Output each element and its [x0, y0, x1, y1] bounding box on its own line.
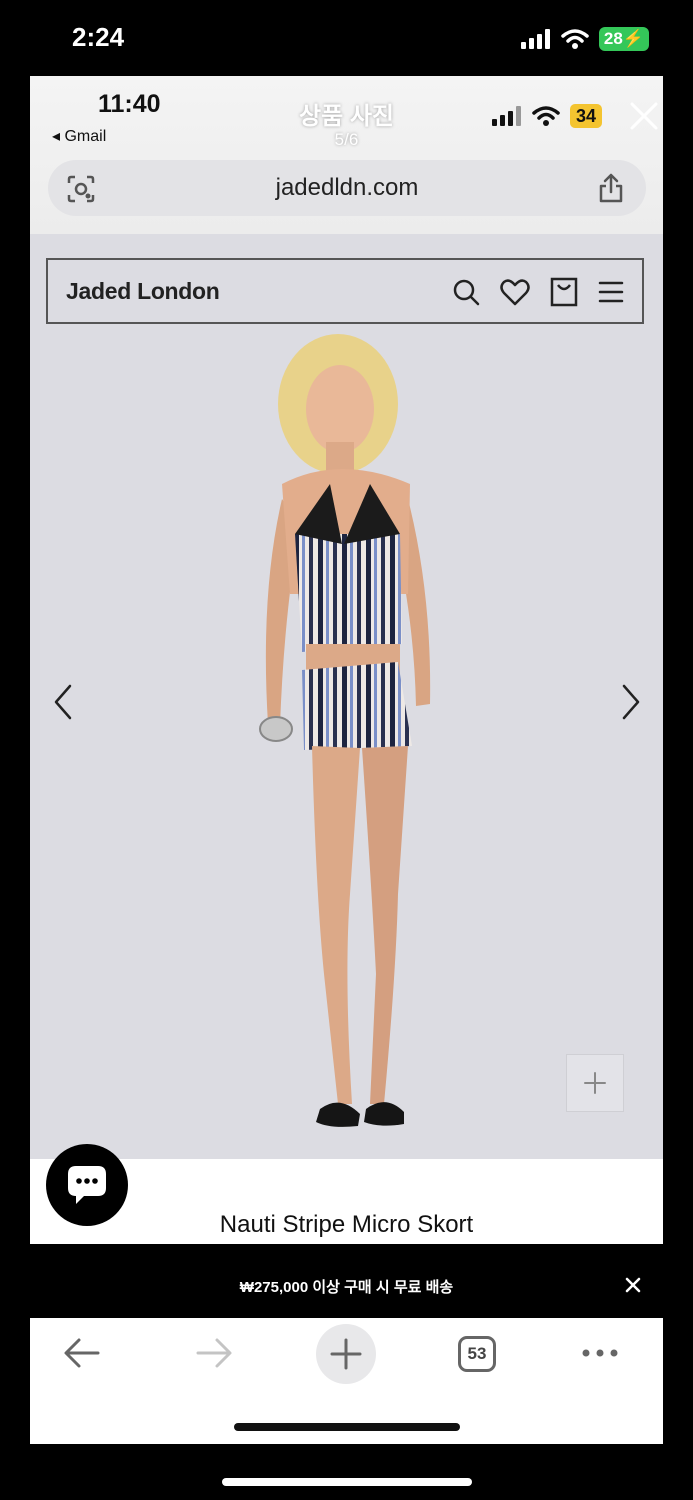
- previous-image-arrow-icon[interactable]: [50, 682, 76, 722]
- status-time: 2:24: [72, 22, 125, 52]
- plus-icon: [584, 1072, 606, 1094]
- inner-status-icons: 34: [492, 104, 603, 128]
- photo-counter: 5/6: [334, 130, 359, 149]
- heart-icon[interactable]: [500, 278, 530, 306]
- zoom-button[interactable]: [566, 1054, 624, 1112]
- inner-battery-indicator: 34: [570, 104, 603, 128]
- share-icon[interactable]: [596, 172, 626, 204]
- back-arrow-icon[interactable]: [62, 1336, 102, 1370]
- browser-toolbar: 53: [30, 1318, 663, 1444]
- next-image-arrow-icon[interactable]: [618, 682, 644, 722]
- chat-button[interactable]: [46, 1144, 128, 1226]
- tab-switcher-button[interactable]: 53: [458, 1336, 496, 1372]
- address-bar[interactable]: jadedldn.com: [48, 160, 646, 216]
- screenshot-viewer: 11:40 ◂ Gmail 상품 사진 5/6 34 jadedldn.com …: [30, 76, 663, 1244]
- chat-icon: [68, 1166, 106, 1204]
- site-header: Jaded London: [46, 258, 644, 324]
- search-icon[interactable]: [452, 278, 480, 306]
- wifi-icon: [532, 106, 560, 126]
- more-icon[interactable]: [580, 1338, 620, 1368]
- status-icons: 28⚡: [520, 26, 649, 52]
- plus-icon: [330, 1338, 362, 1370]
- close-icon[interactable]: [624, 1276, 642, 1294]
- promo-banner: ₩275,000 이상 구매 시 무료 배송: [0, 1244, 693, 1318]
- signal-icon: [520, 29, 550, 49]
- close-icon[interactable]: [626, 98, 662, 134]
- forward-arrow-icon[interactable]: [194, 1336, 234, 1370]
- battery-indicator: 28⚡: [598, 27, 649, 51]
- inner-home-indicator: [234, 1423, 460, 1431]
- promo-text: ₩275,000 이상 구매 시 무료 배송: [239, 1279, 454, 1296]
- signal-icon: [492, 106, 521, 126]
- brand-logo[interactable]: Jaded London: [66, 278, 220, 305]
- model-photo: [259, 334, 431, 1127]
- url-text: jadedldn.com: [275, 174, 419, 201]
- wifi-icon: [561, 29, 589, 49]
- menu-icon[interactable]: [598, 280, 624, 304]
- bag-icon[interactable]: [550, 277, 578, 307]
- home-indicator: [222, 1478, 472, 1486]
- new-tab-button[interactable]: [316, 1324, 376, 1384]
- viewer-header: 11:40 ◂ Gmail 상품 사진 5/6 34 jadedldn.com: [30, 76, 663, 234]
- product-photo[interactable]: Jaded London: [30, 234, 663, 1159]
- header-actions: [452, 277, 624, 307]
